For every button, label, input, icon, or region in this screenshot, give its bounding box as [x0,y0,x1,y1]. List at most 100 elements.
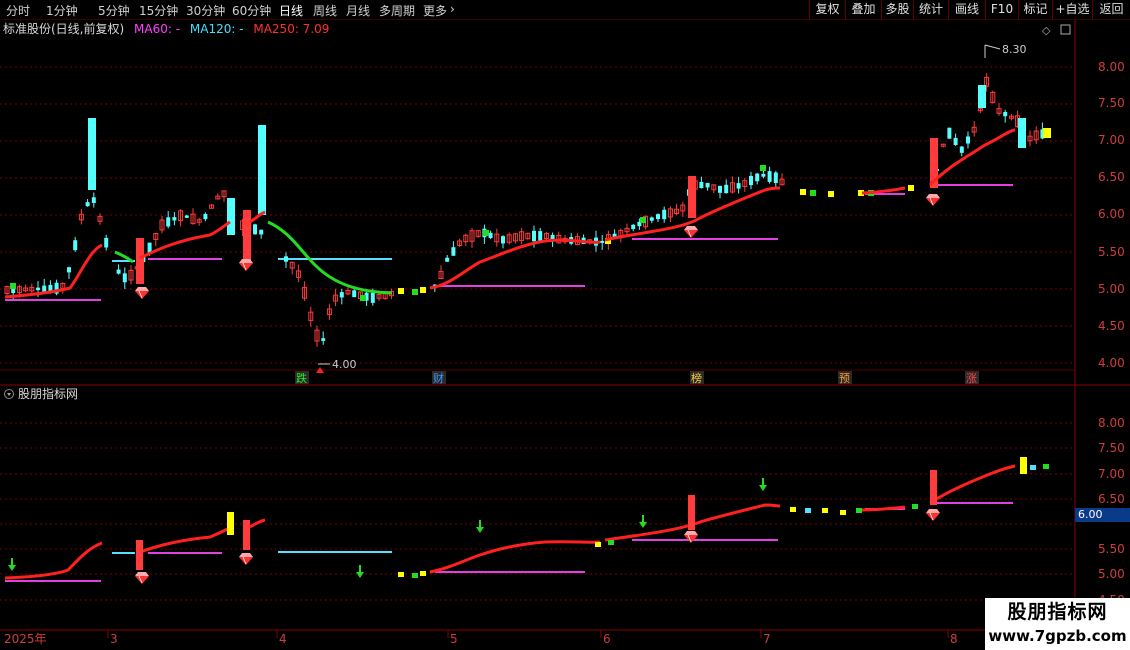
candle-body [538,231,543,241]
indicator-block [1043,464,1049,469]
candle-body [253,224,257,235]
highlight-candle [1043,128,1051,138]
indicator-bar [136,540,143,570]
candle-body [501,236,505,244]
candle-body [284,256,288,262]
time-label: 8 [950,632,958,646]
candle-body [966,136,970,144]
indicator-bar [688,495,695,530]
gem-icon-top [684,226,698,230]
candle-body [352,290,357,298]
candle-body [488,232,493,239]
event-marker-finance: 财 [433,371,444,385]
signal-block [640,217,646,223]
event-marker-drop: 跌 [296,371,307,385]
event-marker-rise: 涨 [966,372,977,385]
indicator-bar [930,470,937,505]
signal-block [10,283,16,289]
candle-body [1003,111,1008,117]
highlight-candle [227,198,235,235]
indicator-block [856,508,862,513]
ma-curve [249,210,266,224]
time-label: 3 [110,632,118,646]
candle-body [649,217,654,221]
y-tick: 7.50 [1098,96,1125,110]
indicator-curve [139,526,231,554]
time-axis: 2025年 3 4 5 6 7 8 [4,630,958,646]
candle-body [122,273,127,283]
candle-body [718,185,722,193]
gem-icon-top [239,553,253,557]
gem-icon-top [684,531,698,535]
low-price-label: 4.00 [332,358,357,371]
indicator-grid [0,422,1075,601]
indicator-block [398,572,404,577]
candle-body [42,285,47,292]
candle-body [73,240,78,251]
indicator-curve [929,464,1016,505]
signal-block [483,230,489,236]
highlight-candle [258,125,266,215]
candle-body [767,171,772,182]
candle-body [259,229,264,235]
candle-body [724,184,729,194]
candlestick-chart[interactable]: 8.00 7.50 7.00 6.50 6.00 5.50 5.00 4.50 … [0,0,1130,650]
time-label: 4 [279,632,287,646]
time-label: 5 [450,632,458,646]
high-low-annotations: 8.30 4.00 [316,43,1027,373]
candle-body [339,292,344,298]
candle-body [631,224,636,230]
highlight-candle [136,238,144,284]
candle-body [104,237,109,248]
signal-block [360,295,366,301]
y-tick: 5.00 [1098,282,1125,296]
gem-icon [926,509,940,521]
y-tick: 7.50 [1098,441,1125,455]
highlight-candle [688,176,696,218]
indicator-block [412,573,418,578]
gem-icon [239,259,253,271]
gem-icon [684,531,698,543]
indicator-block [420,571,426,576]
candle-body [116,269,121,274]
moving-average [4,128,1016,299]
event-marker-forecast: 预 [839,372,850,385]
indicator-curve [4,541,103,580]
y-tick: 6.50 [1098,492,1125,506]
candle-body [953,137,958,146]
indicator-bar [227,512,234,535]
signal-block [420,287,426,293]
candle-body [662,209,667,220]
gem-icon-top [135,572,149,576]
candle-body [761,173,766,177]
candle-body [699,181,704,189]
candle-body [773,172,778,184]
candle-body [947,127,952,139]
watermark-url: www.7gpzb.com [988,627,1127,645]
candle-body [85,202,90,207]
main-grid [0,66,1075,364]
gem-icon [239,553,253,565]
arrow-down-icon [356,572,364,578]
y-tick: 4.50 [1098,319,1125,333]
gem-icon-top [926,194,940,198]
dropdown-circle-icon[interactable] [4,389,14,399]
arrow-down-icon [8,565,16,571]
candle-body [600,240,605,243]
y-tick: 8.00 [1098,416,1125,430]
highlight-candle [243,210,251,262]
y-tick: 4.00 [1098,356,1125,370]
y-tick: 7.00 [1098,467,1125,481]
event-markers: 跌 财 榜 预 涨 [295,371,979,385]
y-tick: 5.50 [1098,245,1125,259]
y-tick: 5.00 [1098,567,1125,581]
y-tick: 8.00 [1098,60,1125,74]
watermark-title: 股朋指标网 [1007,601,1108,623]
indicator-marks [4,457,1049,580]
candle-body [370,292,375,303]
candle-body [755,173,760,182]
y-tick: 6.00 [1098,207,1125,221]
diamond-icon: ◇ [1042,24,1051,37]
y-tick: 6.50 [1098,170,1125,184]
candle-body [321,338,326,341]
